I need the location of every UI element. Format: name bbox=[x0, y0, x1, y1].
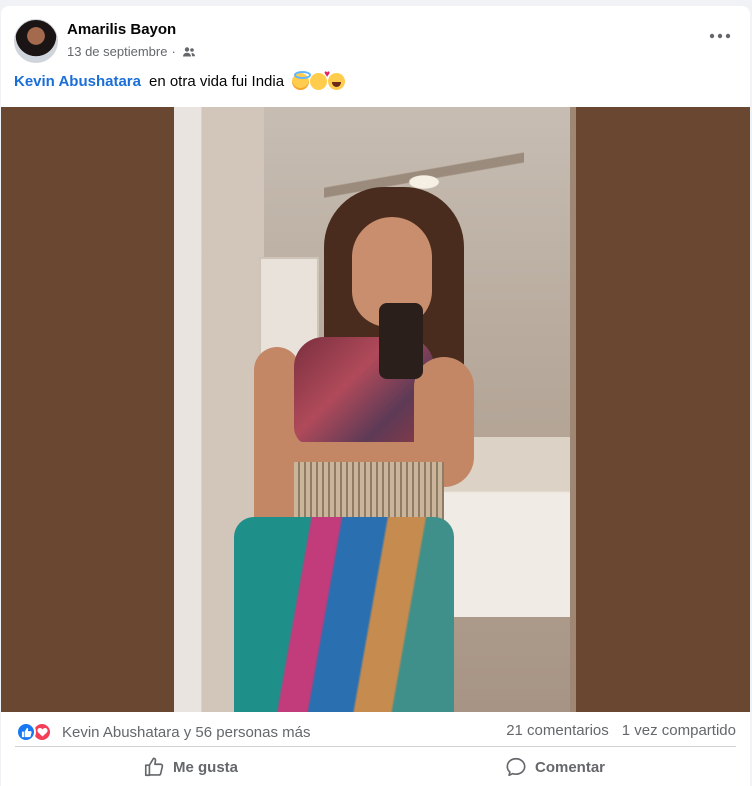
photo-person-pants bbox=[234, 517, 454, 712]
reaction-summary[interactable]: Kevin Abushatara y 56 personas más bbox=[62, 724, 310, 741]
actions-divider bbox=[15, 746, 736, 747]
post-stats: Kevin Abushatara y 56 personas más 21 co… bbox=[1, 716, 750, 748]
post-caption: Kevin Abushatara en otra vida fui India bbox=[14, 69, 346, 90]
engagement-counts: 21 comentarios 1 vez compartido bbox=[506, 722, 736, 739]
smiling-face-with-hearts-icon bbox=[310, 69, 330, 90]
post-photo[interactable] bbox=[174, 107, 576, 712]
face-with-tears-of-joy-icon bbox=[328, 73, 346, 90]
like-button[interactable]: Me gusta bbox=[143, 748, 238, 786]
photo-person-waistband bbox=[294, 462, 444, 522]
photo-phone bbox=[379, 303, 423, 379]
post-meta: 13 de septiembre · bbox=[67, 44, 196, 59]
caption-mention[interactable]: Kevin Abushatara bbox=[14, 73, 141, 90]
comment-button-label: Comentar bbox=[535, 758, 606, 776]
post-card: Amarilis Bayon 13 de septiembre · Kevin bbox=[1, 6, 750, 786]
caption-emojis bbox=[292, 69, 346, 90]
meta-separator: · bbox=[171, 44, 176, 59]
smiling-face-with-halo-icon bbox=[292, 71, 312, 90]
reaction-icons[interactable] bbox=[16, 722, 52, 742]
caption-text: en otra vida fui India bbox=[148, 73, 285, 90]
post-media[interactable] bbox=[1, 107, 750, 712]
post-date[interactable]: 13 de septiembre bbox=[67, 44, 167, 59]
thumbs-up-icon bbox=[144, 757, 164, 777]
like-button-label: Me gusta bbox=[173, 758, 239, 776]
author-name[interactable]: Amarilis Bayon bbox=[67, 21, 176, 38]
post-header: Amarilis Bayon 13 de septiembre · bbox=[1, 6, 750, 72]
more-dots-icon bbox=[709, 33, 731, 39]
post-actions: Me gusta Comentar bbox=[1, 748, 750, 786]
comment-bubble-icon bbox=[506, 757, 526, 777]
author-avatar[interactable] bbox=[14, 19, 58, 63]
more-options-button[interactable] bbox=[702, 24, 738, 48]
comment-count[interactable]: 21 comentarios bbox=[506, 722, 609, 739]
friends-icon[interactable] bbox=[182, 45, 196, 59]
like-reaction-icon bbox=[16, 722, 36, 742]
share-count[interactable]: 1 vez compartido bbox=[622, 722, 736, 739]
photo-mirror-edge bbox=[570, 107, 576, 712]
comment-button[interactable]: Comentar bbox=[505, 748, 605, 786]
